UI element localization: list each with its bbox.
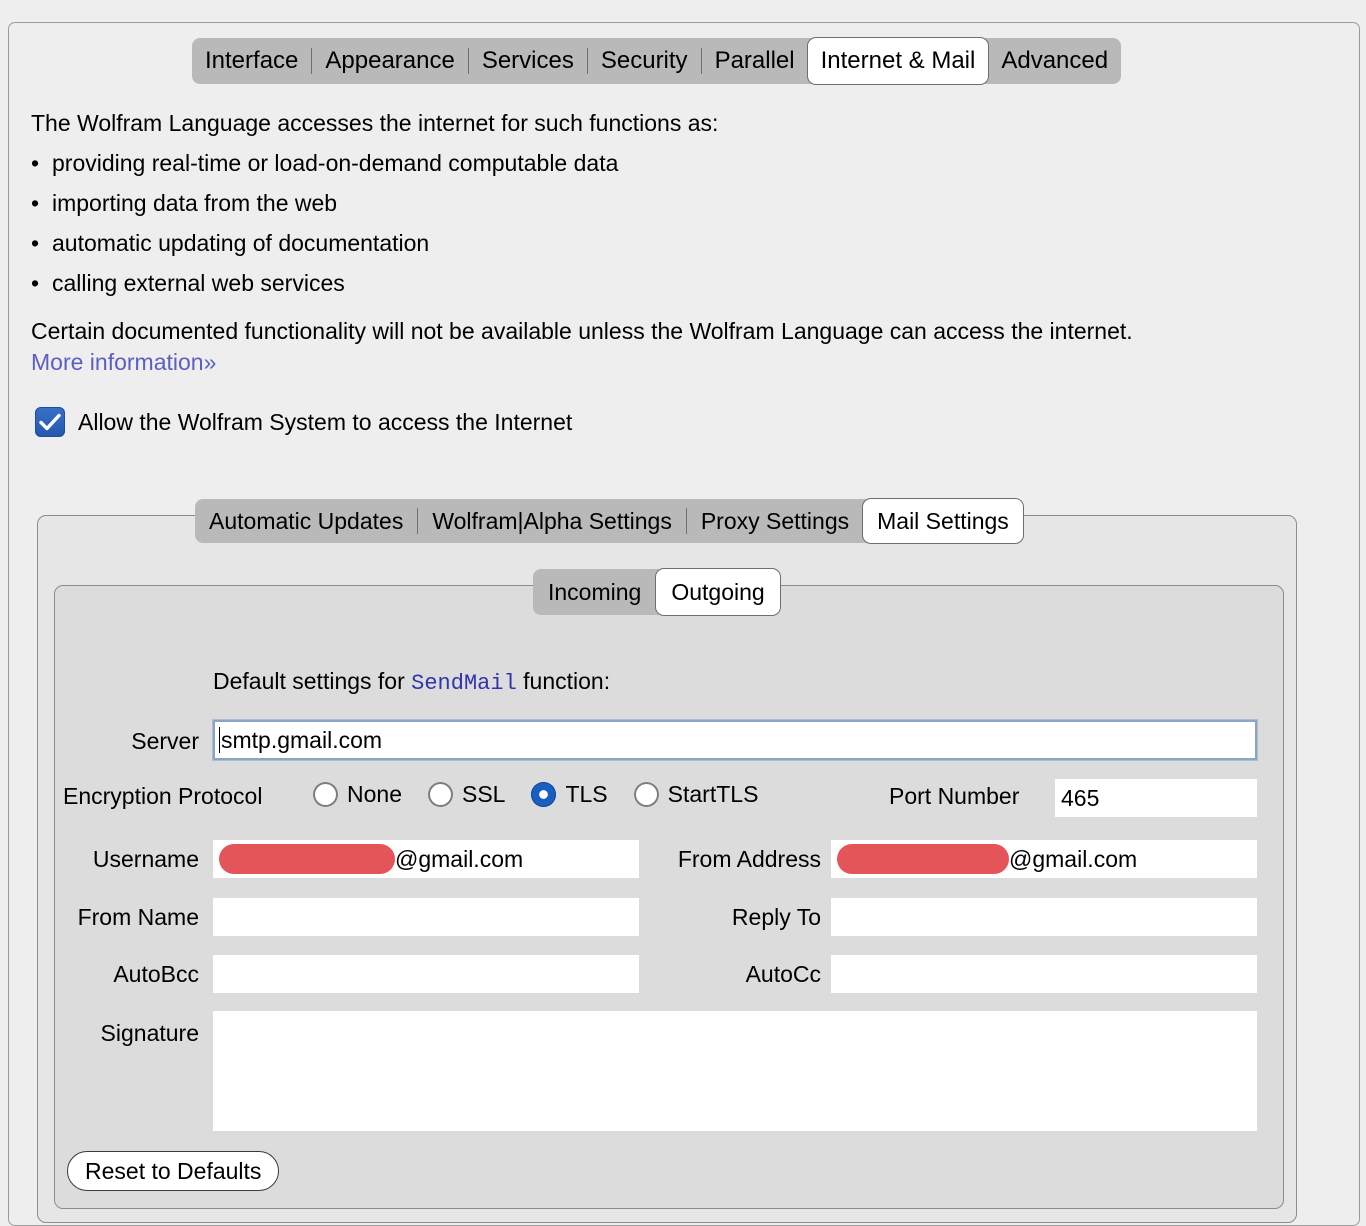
radio-option-tls[interactable]: TLS — [531, 781, 608, 808]
radio-option-none[interactable]: None — [313, 781, 402, 808]
from-address-visible-suffix: @gmail.com — [1009, 845, 1138, 872]
from-address-input[interactable]: @gmail.com — [831, 840, 1257, 878]
tab-mail-settings[interactable]: Mail Settings — [863, 499, 1023, 543]
port-number-value: 465 — [1061, 784, 1100, 811]
section-tab-strip: Automatic Updates Wolfram|Alpha Settings… — [195, 499, 1023, 543]
main-tab-strip: Interface Appearance Services Security P… — [192, 38, 1122, 84]
sendmail-function-name: SendMail — [411, 671, 517, 696]
tab-interface[interactable]: Interface — [192, 38, 311, 84]
tab-parallel[interactable]: Parallel — [702, 38, 808, 84]
from-address-label: From Address — [677, 846, 821, 872]
radio-icon[interactable] — [633, 782, 659, 807]
tab-label: Interface — [205, 47, 299, 74]
username-label: Username — [92, 846, 199, 872]
direction-tab-strip: Incoming Outgoing — [533, 569, 780, 615]
radio-icon-selected[interactable] — [531, 782, 557, 807]
reset-button-label: Reset to Defaults — [85, 1157, 262, 1184]
server-input-value: smtp.gmail.com — [221, 726, 383, 753]
tab-security[interactable]: Security — [588, 38, 701, 84]
server-input[interactable]: smtp.gmail.com — [213, 720, 1257, 760]
tab-label: Security — [600, 47, 688, 74]
tab-label: Wolfram|Alpha Settings — [432, 507, 672, 534]
intro-text-block: The Wolfram Language accesses the intern… — [31, 103, 1361, 303]
tab-wolfram-alpha-settings[interactable]: Wolfram|Alpha Settings — [418, 499, 686, 543]
tab-appearance[interactable]: Appearance — [312, 38, 467, 84]
list-item: importing data from the web — [31, 183, 1361, 223]
radio-label: None — [347, 781, 402, 807]
radio-icon[interactable] — [313, 782, 338, 807]
list-item: calling external web services — [31, 263, 1361, 303]
port-number-input[interactable]: 465 — [1055, 779, 1257, 817]
radio-label: SSL — [461, 781, 506, 807]
list-item: automatic updating of documentation — [31, 223, 1361, 263]
signature-label: Signature — [100, 1020, 199, 1046]
encryption-protocol-label: Encryption Protocol — [63, 783, 263, 809]
allow-internet-label: Allow the Wolfram System to access the I… — [78, 408, 573, 435]
encryption-protocol-radio-group: None SSL TLS StartTLS — [313, 781, 758, 808]
tab-services[interactable]: Services — [469, 38, 587, 84]
intro-lead: The Wolfram Language accesses the intern… — [31, 110, 719, 136]
username-input[interactable]: @gmail.com — [213, 840, 639, 878]
username-visible-suffix: @gmail.com — [395, 845, 524, 872]
redaction-bar — [219, 844, 395, 874]
sendmail-caption: Default settings for SendMail function: — [213, 668, 610, 696]
server-label: Server — [131, 728, 199, 754]
tab-label: Internet & Mail — [820, 47, 976, 74]
signature-input[interactable] — [213, 1011, 1257, 1131]
port-number-label: Port Number — [889, 783, 1020, 809]
reply-to-label: Reply To — [731, 904, 821, 930]
auto-bcc-label: AutoBcc — [113, 961, 199, 987]
auto-cc-input[interactable] — [831, 955, 1257, 993]
radio-option-starttls[interactable]: StartTLS — [633, 781, 759, 808]
reset-to-defaults-button[interactable]: Reset to Defaults — [67, 1151, 280, 1191]
text-caret — [219, 727, 220, 753]
reply-to-input[interactable] — [831, 898, 1257, 936]
caption-prefix: Default settings for — [213, 668, 412, 694]
allow-internet-checkbox[interactable] — [35, 407, 65, 437]
list-item: providing real-time or load-on-demand co… — [31, 143, 1361, 183]
tab-label: Services — [481, 47, 574, 74]
tab-outgoing[interactable]: Outgoing — [656, 569, 780, 615]
preferences-dialog: Interface Appearance Services Security P… — [8, 22, 1360, 1226]
tab-proxy-settings[interactable]: Proxy Settings — [687, 499, 863, 543]
radio-option-ssl[interactable]: SSL — [427, 781, 506, 808]
allow-internet-row[interactable]: Allow the Wolfram System to access the I… — [35, 407, 572, 437]
tab-label: Proxy Settings — [700, 507, 850, 534]
tab-label: Mail Settings — [877, 507, 1009, 534]
radio-label: TLS — [565, 781, 608, 807]
redaction-bar — [837, 844, 1009, 874]
intro-closing-text: Certain documented functionality will no… — [31, 318, 1133, 344]
tab-advanced[interactable]: Advanced — [988, 38, 1121, 84]
tab-automatic-updates[interactable]: Automatic Updates — [195, 499, 417, 543]
tab-label: Parallel — [714, 47, 795, 74]
radio-icon[interactable] — [427, 782, 453, 807]
from-name-input[interactable] — [213, 898, 639, 936]
more-information-link[interactable]: More information» — [31, 349, 216, 376]
caption-suffix: function: — [516, 668, 611, 694]
tab-internet-and-mail[interactable]: Internet & Mail — [807, 38, 989, 84]
tab-label: Incoming — [548, 578, 642, 605]
auto-bcc-input[interactable] — [213, 955, 639, 993]
auto-cc-label: AutoCc — [745, 961, 821, 987]
tab-label: Appearance — [325, 47, 455, 74]
tab-label: Advanced — [1001, 47, 1109, 74]
radio-label: StartTLS — [667, 781, 759, 807]
from-name-label: From Name — [77, 904, 199, 930]
tab-incoming[interactable]: Incoming — [533, 569, 656, 615]
intro-bullet-list: providing real-time or load-on-demand co… — [31, 143, 1361, 303]
tab-label: Automatic Updates — [209, 507, 404, 534]
tab-label: Outgoing — [671, 578, 765, 605]
